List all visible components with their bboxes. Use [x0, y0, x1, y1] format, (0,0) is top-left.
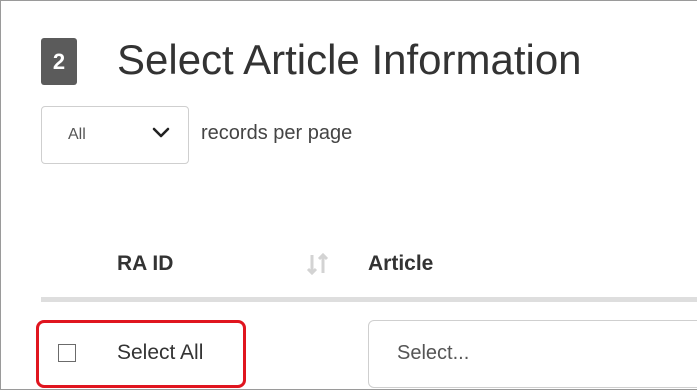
select-all-label[interactable]: Select All: [117, 341, 203, 365]
section-title: Select Article Information: [117, 36, 582, 83]
records-per-page-label: records per page: [201, 122, 353, 144]
records-per-page-select[interactable]: All: [41, 106, 189, 164]
step-badge: 2: [41, 38, 77, 85]
table-header-divider: [41, 297, 697, 302]
article-select-placeholder: Select...: [397, 342, 470, 364]
column-header-ra-id[interactable]: RA ID: [117, 252, 173, 276]
article-select[interactable]: Select...: [368, 320, 697, 388]
step-number: 2: [52, 48, 66, 74]
records-per-page-value: All: [68, 126, 86, 143]
column-header-article[interactable]: Article: [368, 252, 433, 276]
sort-icon[interactable]: [305, 251, 331, 277]
select-all-checkbox[interactable]: [58, 344, 76, 362]
chevron-down-icon: [152, 127, 170, 138]
